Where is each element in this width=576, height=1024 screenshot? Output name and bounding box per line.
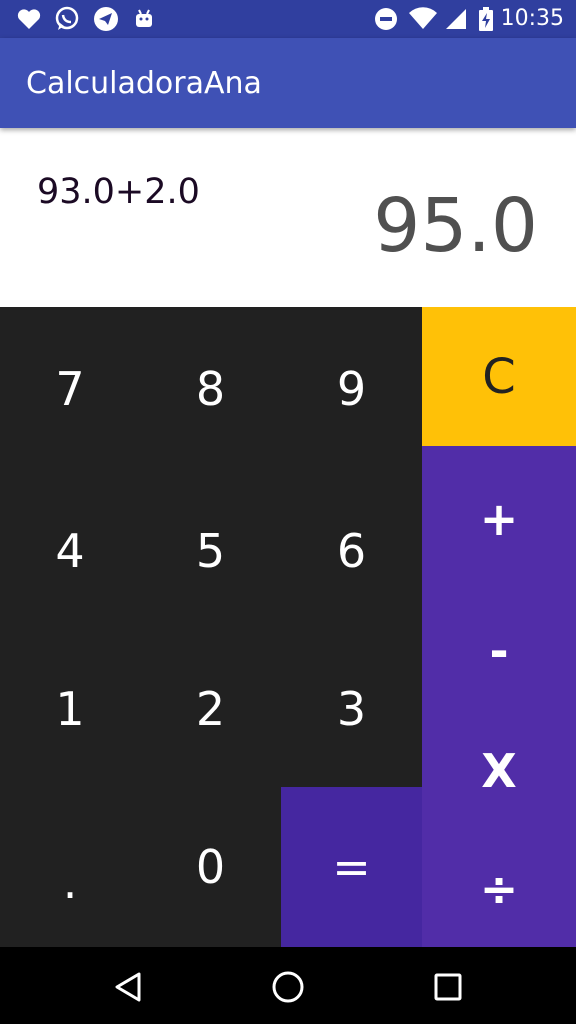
key-7[interactable]: 7 bbox=[0, 307, 140, 471]
plus-button[interactable]: + bbox=[422, 446, 576, 591]
status-time: 10:35 bbox=[500, 6, 564, 31]
android-icon bbox=[133, 7, 155, 31]
status-bar: 10:35 bbox=[0, 0, 576, 38]
telegram-icon bbox=[93, 7, 119, 31]
divide-button[interactable]: ÷ bbox=[422, 831, 576, 947]
number-pad: 7 8 9 4 5 6 1 2 3 . 0 = bbox=[0, 307, 422, 947]
equals-button[interactable]: = bbox=[281, 787, 422, 947]
key-2[interactable]: 2 bbox=[140, 631, 281, 787]
back-icon[interactable] bbox=[108, 967, 148, 1007]
key-9[interactable]: 9 bbox=[281, 307, 422, 471]
minus-button[interactable]: - bbox=[422, 591, 576, 711]
calculator-display: 93.0+2.0 95.0 bbox=[0, 128, 576, 307]
expression-text: 93.0+2.0 bbox=[37, 172, 200, 212]
key-4[interactable]: 4 bbox=[0, 471, 140, 631]
navigation-bar bbox=[0, 947, 576, 1024]
key-decimal[interactable]: . bbox=[0, 787, 140, 947]
app-title: CalculadoraAna bbox=[26, 66, 262, 101]
multiply-button[interactable]: X bbox=[422, 711, 576, 831]
result-text: 95.0 bbox=[373, 183, 538, 269]
key-1[interactable]: 1 bbox=[0, 631, 140, 787]
key-0[interactable]: 0 bbox=[140, 787, 281, 947]
signal-icon bbox=[444, 7, 468, 31]
key-5[interactable]: 5 bbox=[140, 471, 281, 631]
operator-panel: + - X ÷ bbox=[422, 446, 576, 947]
do-not-disturb-icon bbox=[374, 7, 398, 31]
key-6[interactable]: 6 bbox=[281, 471, 422, 631]
home-icon[interactable] bbox=[268, 967, 308, 1007]
whatsapp-icon bbox=[54, 6, 80, 31]
key-3[interactable]: 3 bbox=[281, 631, 422, 787]
battery-charging-icon bbox=[478, 7, 494, 31]
key-8[interactable]: 8 bbox=[140, 307, 281, 471]
app-bar: CalculadoraAna bbox=[0, 38, 576, 128]
recents-icon[interactable] bbox=[428, 967, 468, 1007]
wifi-icon bbox=[408, 7, 438, 31]
heart-icon bbox=[16, 7, 42, 31]
clear-button[interactable]: C bbox=[422, 307, 576, 446]
